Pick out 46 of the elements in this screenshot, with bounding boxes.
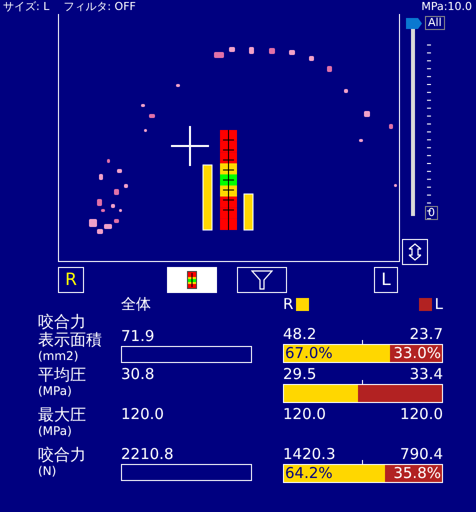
right-legend-label: R [283,296,294,313]
row-label: 最大圧 [38,406,87,424]
balance-bar [244,194,254,230]
crosshair-marker [171,126,209,166]
right-percent: 64.2% [284,465,334,482]
slider-thumb[interactable] [406,18,422,29]
right-value: 29.5 [283,366,316,383]
left-value: 33.4 [410,366,443,383]
total-value: 71.9 [121,328,156,345]
left-value: 23.7 [410,326,443,343]
left-percent: 33.0% [392,345,442,362]
right-side-button[interactable]: R [58,267,84,293]
filter-label: フィルタ: OFF [63,0,136,14]
view-toggle-button[interactable] [402,239,428,265]
row-label: 咬合力 [38,313,87,331]
total-value: 2210.8 [121,446,174,463]
unit-label: (mm2) [38,349,80,363]
unit-label: (MPa) [38,384,73,398]
size-label: サイズ: L [3,0,50,14]
filter-icon [251,270,273,290]
left-percent: 35.8% [392,465,442,482]
right-color-swatch [296,298,310,311]
color-scale-button[interactable] [167,267,217,293]
total-value: 120.0 [121,406,165,423]
row-label: 咬合力 [38,446,87,464]
column-header: 全体 [121,296,152,313]
total-value: 30.8 [121,366,156,383]
filter-button[interactable] [237,267,287,293]
right-value: 120.0 [283,406,326,423]
row-label: 平均圧 [38,366,87,384]
left-side-button[interactable]: L [374,267,398,293]
scale-label: MPa:10.0 [421,0,472,14]
left-color-swatch [418,298,432,311]
left-legend-label: L [434,296,443,313]
row-label: 表示面積 [38,331,103,349]
max-label: All [425,16,445,30]
right-value: 1420.3 [283,446,336,463]
right-value: 48.2 [283,326,316,343]
min-label: 0 [425,206,438,220]
balance-bar [202,164,212,230]
left-value: 790.4 [400,446,443,463]
color-scale-icon [187,271,197,289]
left-value: 120.0 [400,406,443,423]
unit-label: (MPa) [38,424,73,438]
right-percent: 67.0% [284,345,334,362]
unit-label: (N) [38,464,58,478]
